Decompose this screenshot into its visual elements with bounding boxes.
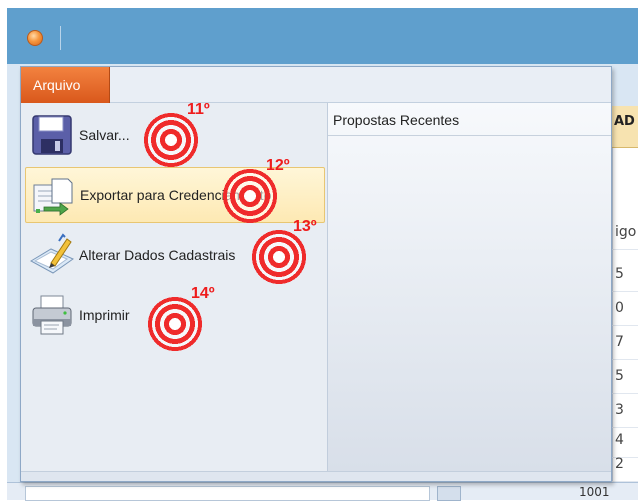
print-label: Imprimir bbox=[79, 307, 130, 323]
background-scroll-button[interactable] bbox=[437, 486, 461, 501]
save-label: Salvar... bbox=[79, 127, 130, 143]
step-number: 14º bbox=[191, 285, 215, 302]
step-number: 12º bbox=[266, 157, 290, 174]
step-number: 13º bbox=[293, 218, 317, 235]
app-orb-icon[interactable] bbox=[27, 30, 43, 46]
recent-divider bbox=[328, 135, 611, 136]
printer-icon bbox=[29, 293, 75, 337]
menu-footer bbox=[21, 471, 611, 481]
click-target-marker bbox=[251, 229, 307, 285]
background-cell: igo bbox=[612, 220, 638, 250]
tab-arquivo[interactable]: Arquivo bbox=[21, 67, 110, 103]
background-cell: 7 bbox=[612, 330, 638, 360]
app-window: AD igo 5 0 7 5 3 4 2 1001 Arquivo Salvar… bbox=[0, 0, 638, 501]
toolbar-separator bbox=[60, 26, 61, 50]
click-target-marker bbox=[222, 168, 278, 224]
background-cell: 3 bbox=[612, 398, 638, 428]
file-menu: Arquivo Salvar... Exportar para Credenci… bbox=[20, 66, 612, 482]
background-number: 1001 bbox=[579, 485, 610, 499]
recent-proposals-title: Propostas Recentes bbox=[333, 112, 460, 128]
title-bar bbox=[7, 8, 638, 64]
click-target-marker bbox=[147, 296, 203, 352]
background-cell: 5 bbox=[612, 364, 638, 394]
recent-proposals-pane: Propostas Recentes bbox=[327, 103, 611, 471]
export-icon bbox=[30, 173, 76, 217]
export-menu-item[interactable]: Exportar para Credenciamento bbox=[25, 167, 325, 223]
menu-header: Arquivo bbox=[21, 67, 611, 103]
background-column-header: AD bbox=[612, 106, 638, 148]
edit-data-icon bbox=[29, 233, 75, 277]
background-field bbox=[25, 486, 430, 501]
background-cell: 5 bbox=[612, 262, 638, 292]
background-cell: 0 bbox=[612, 296, 638, 326]
save-icon bbox=[29, 113, 75, 157]
step-number: 11º bbox=[187, 101, 210, 118]
edit-data-label: Alterar Dados Cadastrais bbox=[79, 247, 236, 263]
click-target-marker bbox=[143, 112, 199, 168]
background-cell: 2 bbox=[612, 452, 638, 482]
background-status-bar: 1001 bbox=[7, 482, 638, 501]
